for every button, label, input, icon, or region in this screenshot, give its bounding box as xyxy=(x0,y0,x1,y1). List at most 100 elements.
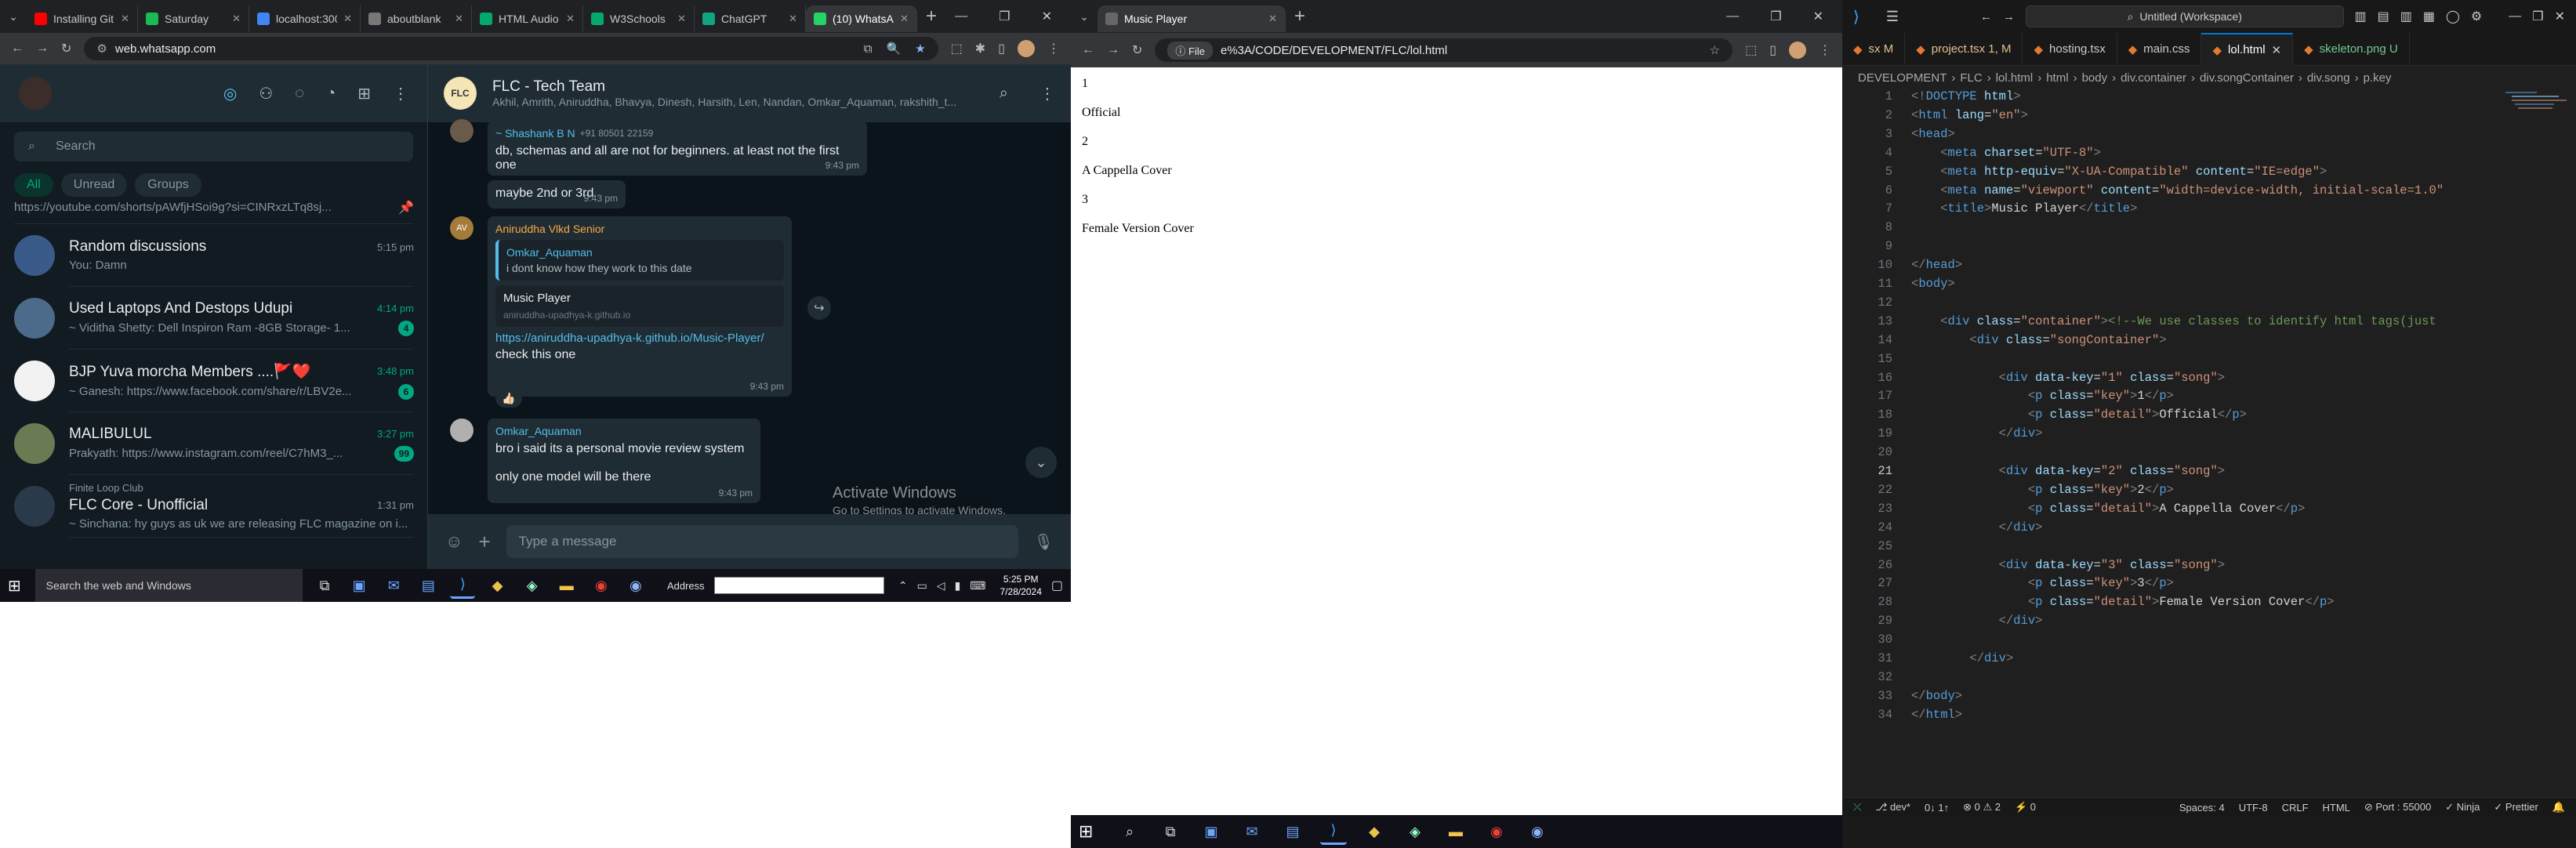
code-line[interactable]: <meta name="viewport" content="width=dev… xyxy=(1911,183,2444,198)
code-line[interactable]: <head> xyxy=(1911,127,1955,141)
clock[interactable]: 5:25 PM 7/28/2024 xyxy=(1000,573,1042,598)
forward-icon[interactable]: → xyxy=(36,42,49,56)
browser-tab[interactable]: W3Schools ✕ xyxy=(583,5,695,32)
app-icon[interactable]: ◈ xyxy=(1402,818,1428,845)
install-icon[interactable]: ⧉ xyxy=(864,42,873,56)
browser-tab[interactable]: ChatGPT ✕ xyxy=(695,5,806,32)
code-line[interactable]: <div class="songContainer"> xyxy=(1911,333,2166,347)
message-bubble[interactable]: Omkar_Aquaman bro i said its a personal … xyxy=(488,419,760,503)
code-editor[interactable]: 1 <!DOCTYPE html> 2 <html lang="en"> 3 <head>… xyxy=(1842,89,2576,784)
code-line[interactable]: <p class="key">3</p> xyxy=(1911,576,2174,590)
breadcrumb-item[interactable]: p.key xyxy=(2364,71,2392,85)
network-icon[interactable]: ▭ xyxy=(917,579,927,593)
browser-tab[interactable]: localhost:3000 ✕ xyxy=(249,5,361,32)
my-avatar[interactable] xyxy=(19,77,52,110)
tab-close-icon[interactable]: ✕ xyxy=(1268,13,1277,25)
tab-close-icon[interactable]: ✕ xyxy=(677,13,686,25)
code-line[interactable]: </div> xyxy=(1911,520,2043,535)
sender-avatar[interactable] xyxy=(450,419,473,442)
tab-search-icon[interactable]: ⌄ xyxy=(1071,10,1098,24)
code-line[interactable]: </head> xyxy=(1911,258,1962,272)
volume-icon[interactable]: ◁ xyxy=(937,579,945,593)
breadcrumb-item[interactable]: div.song xyxy=(2307,71,2350,85)
tab-close-icon[interactable]: ✕ xyxy=(2272,43,2282,57)
breadcrumb-item[interactable]: body xyxy=(2082,71,2108,85)
layout-icon[interactable]: ▥ xyxy=(2355,9,2367,24)
message-input[interactable]: Type a message xyxy=(506,525,1018,558)
nav-forward-icon[interactable]: → xyxy=(2003,10,2015,24)
microphone-icon[interactable]: 🎙 xyxy=(1034,532,1054,552)
message-bubble[interactable]: ~ Shashank B N +91 80501 22159 db, schem… xyxy=(488,121,867,176)
panel-icon[interactable]: ▤ xyxy=(2378,9,2389,24)
minimize-icon[interactable]: — xyxy=(1726,9,1739,24)
back-icon[interactable]: ← xyxy=(11,42,24,56)
chrome-icon[interactable]: ◉ xyxy=(1483,818,1510,845)
maximize-icon[interactable]: ❐ xyxy=(1770,9,1781,24)
omnibox[interactable]: ⓘ File e%3A/CODE/DEVELOPMENT/FLC/lol.htm… xyxy=(1155,38,1733,62)
code-line[interactable]: </html> xyxy=(1911,708,1962,722)
close-window-icon[interactable]: ✕ xyxy=(1813,9,1823,24)
app-icon[interactable]: ◆ xyxy=(1361,818,1388,845)
tab-close-icon[interactable]: ✕ xyxy=(343,13,352,25)
code-line[interactable]: <div data-key="2" class="song"> xyxy=(1911,464,2225,478)
browser-tab[interactable]: Saturday ✕ xyxy=(138,5,249,32)
code-line[interactable]: <div data-key="3" class="song"> xyxy=(1911,558,2225,572)
group-avatar[interactable]: FLC xyxy=(444,77,477,110)
accounts-icon[interactable]: ◯ xyxy=(2446,9,2460,24)
notepad-icon[interactable]: ▤ xyxy=(415,572,441,599)
ninja-status[interactable]: ✓ Ninja xyxy=(2445,801,2480,814)
encoding-status[interactable]: UTF-8 xyxy=(2239,802,2268,814)
chat-avatar[interactable] xyxy=(14,486,55,527)
code-line[interactable]: <meta http-equiv="X-UA-Compatible" conte… xyxy=(1911,165,2327,179)
code-line[interactable]: <p class="detail">Female Version Cover</… xyxy=(1911,595,2335,609)
mail-icon[interactable]: ✉ xyxy=(381,572,406,599)
tab-close-icon[interactable]: ✕ xyxy=(121,13,129,25)
vscode-taskbar-icon[interactable]: ⟩ xyxy=(1320,818,1347,845)
menu-icon[interactable]: ⋮ xyxy=(1047,41,1060,56)
link-preview[interactable]: Music Player aniruddha-upadhya-k.github.… xyxy=(495,285,784,327)
chat-list-item[interactable]: https://youtube.com/shorts/pAWfjHSoi9g?s… xyxy=(0,188,428,224)
tab-close-icon[interactable]: ✕ xyxy=(789,13,797,25)
sidepanel-icon[interactable]: ▯ xyxy=(1769,42,1776,58)
tab-music-player[interactable]: Music Player ✕ xyxy=(1098,5,1286,32)
minimap[interactable] xyxy=(2505,89,2568,136)
windows-start-icon[interactable]: ⊞ xyxy=(8,576,26,596)
emoji-icon[interactable]: ☺ xyxy=(445,531,463,552)
code-line[interactable]: <p class="key">2</p> xyxy=(1911,483,2174,497)
chat-list-item[interactable]: Random discussions 5:15 pm You: Damn xyxy=(0,224,428,287)
sidebar-toggle-icon[interactable]: ▥ xyxy=(2400,9,2412,24)
taskbar-search[interactable]: Search the web and Windows xyxy=(34,569,303,602)
chat-list-item[interactable]: Finite Loop Club FLC Core - Unofficial 1… xyxy=(0,475,428,538)
reload-icon[interactable]: ↻ xyxy=(1132,42,1142,58)
chrome-icon[interactable]: ◉ xyxy=(589,572,614,599)
editor-tab[interactable]: ◆ hosting.tsx xyxy=(2023,32,2117,66)
store-icon[interactable]: ▣ xyxy=(346,572,372,599)
task-view-icon[interactable]: ⧉ xyxy=(312,572,337,599)
language-status[interactable]: HTML xyxy=(2323,802,2350,814)
sender-avatar[interactable] xyxy=(450,119,473,143)
profile-avatar[interactable] xyxy=(1789,42,1806,59)
customize-layout-icon[interactable]: ▦ xyxy=(2423,9,2435,24)
ports-status[interactable]: ⚡ 0 xyxy=(2015,801,2036,814)
code-line[interactable]: </body> xyxy=(1911,689,1962,703)
chat-list-item[interactable]: BJP Yuva morcha Members ....🚩❤️ 3:48 pm … xyxy=(0,350,428,412)
store-icon[interactable]: ▣ xyxy=(1198,818,1225,845)
new-tab-icon[interactable]: + xyxy=(917,5,945,27)
editor-tab[interactable]: ◆ sx M xyxy=(1842,32,1906,66)
message-reaction[interactable]: 👍🏻 xyxy=(495,389,522,408)
problems-status[interactable]: ⊗ 0 ⚠ 2 xyxy=(1963,801,2001,814)
message-link[interactable]: https://aniruddha-upadhya-k.github.io/Mu… xyxy=(495,332,784,345)
remote-icon[interactable]: ⤫ xyxy=(1853,801,1861,814)
attach-icon[interactable]: + xyxy=(478,530,490,554)
tray-chevron-icon[interactable]: ⌃ xyxy=(898,579,908,593)
browser-tab[interactable]: Installing Git ✕ xyxy=(27,5,138,32)
tab-search-icon[interactable]: ⌄ xyxy=(0,10,27,24)
close-window-icon[interactable]: ✕ xyxy=(2555,9,2565,24)
command-center[interactable]: ⌕ Untitled (Workspace) xyxy=(2025,5,2344,27)
battery-icon[interactable]: ▮ xyxy=(955,579,961,593)
code-line[interactable]: </div> xyxy=(1911,614,2043,628)
app-icon[interactable]: ◆ xyxy=(484,572,510,599)
tab-close-icon[interactable]: ✕ xyxy=(566,13,575,25)
tab-close-icon[interactable]: ✕ xyxy=(900,13,909,25)
prettier-status[interactable]: ✓ Prettier xyxy=(2494,801,2538,814)
